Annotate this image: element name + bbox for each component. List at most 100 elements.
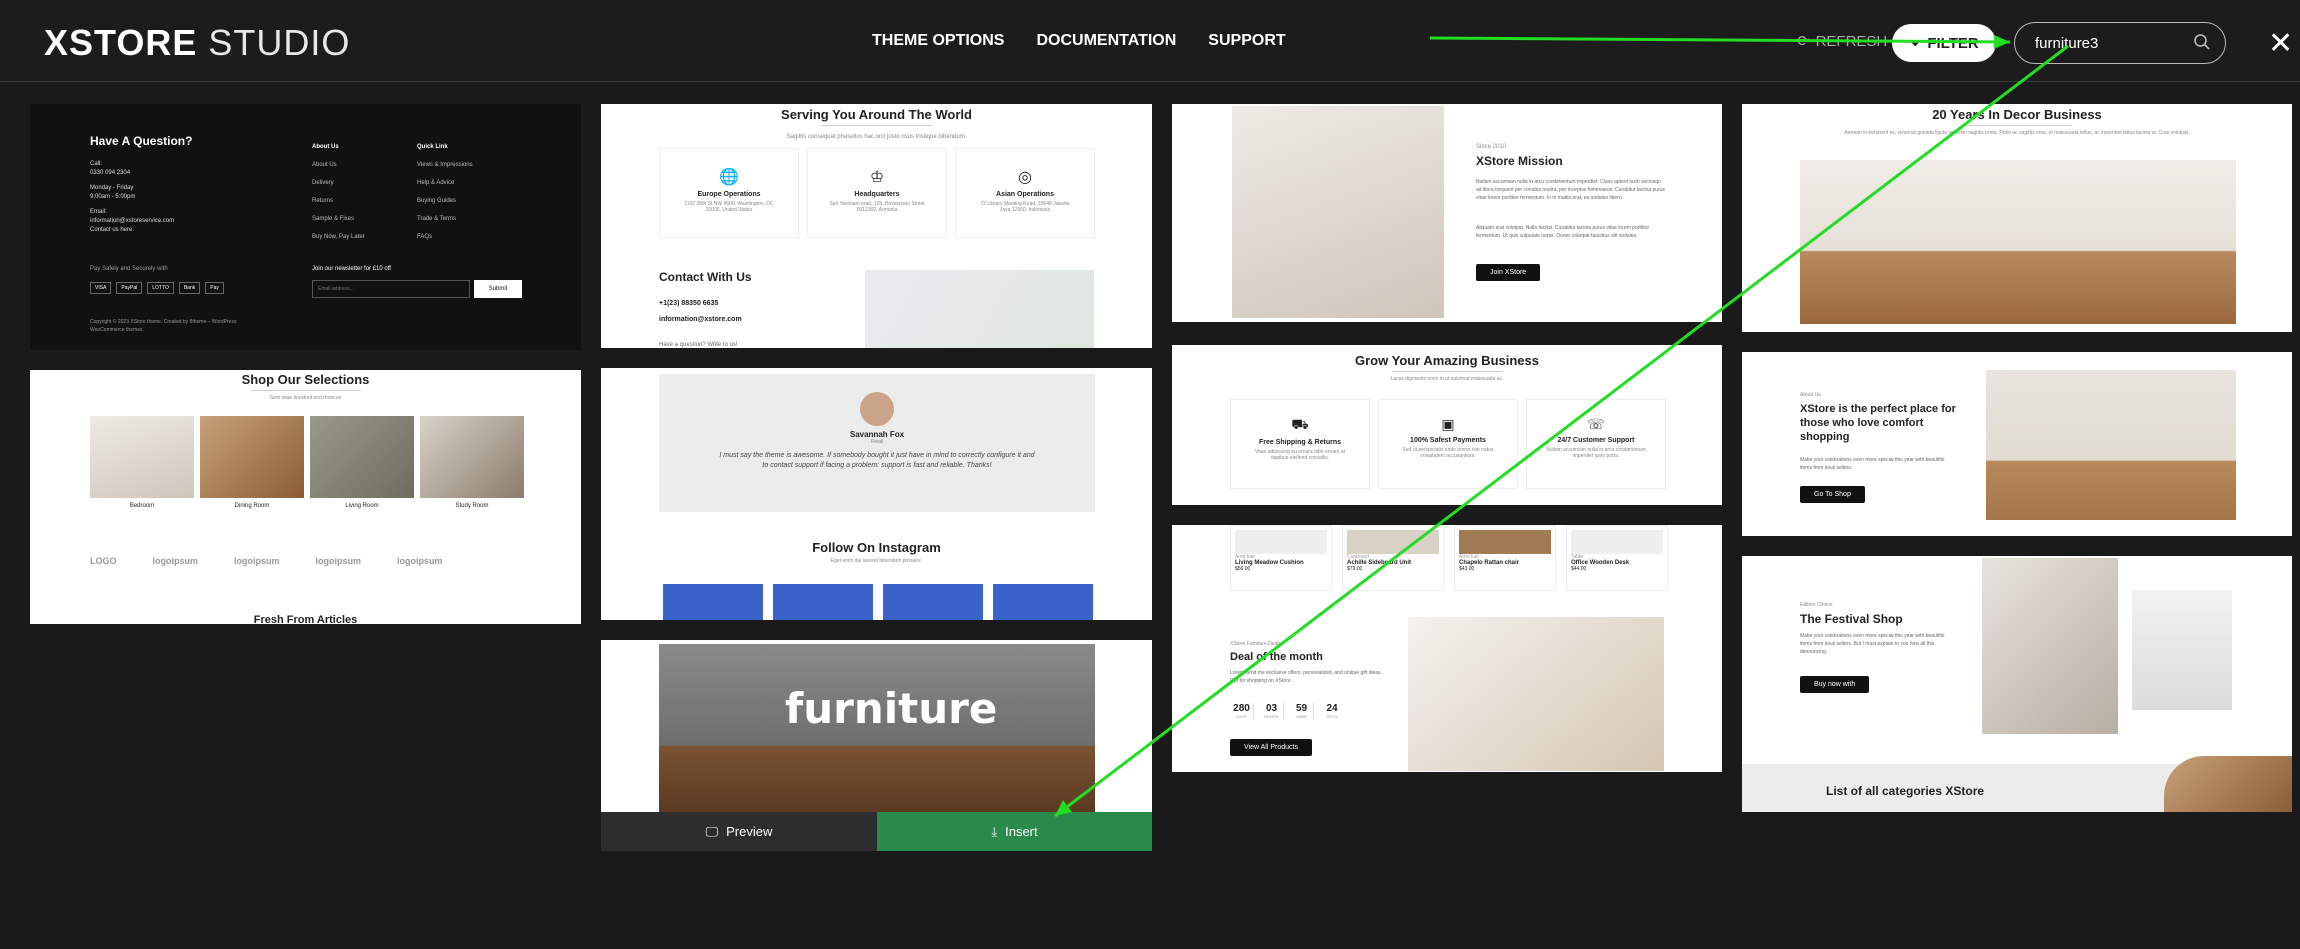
footer-link: Help & Advice [417,180,455,186]
deal-title: Deal of the month [1230,651,1323,663]
bank-icon: Bank [178,282,201,294]
divider [1962,125,2072,126]
sofa-image [1982,558,2118,734]
plant-image [2132,590,2232,710]
chair-image [1986,370,2236,520]
headset-icon: ☏ [1587,416,1605,432]
nav-documentation[interactable]: DOCUMENTATION [1036,32,1176,50]
footer-col1-title: About Us [312,144,339,150]
product-image [1235,530,1327,554]
crown-icon: ♔ [869,169,885,186]
mission-title: XStore Mission [1476,154,1563,168]
download-icon: ⤓ [991,823,998,839]
filter-button[interactable]: ⏷ FILTER [1892,24,1996,62]
instagram-image [993,584,1093,620]
insert-label: Insert [1005,824,1038,839]
insert-button[interactable]: ⤓ Insert [877,812,1152,851]
footer-email-label: Email: [90,209,107,215]
countdown-label: MINS [1296,714,1307,719]
office-address: Sari Yelekaim road, 125, Hovsepyan Stree… [829,201,925,213]
footer-email-field: Email address... [312,280,470,298]
feature-desc: Nullam accumsan nulla in arcu condimentu… [1546,447,1646,459]
template-card-festival[interactable]: Editors Choice The Festival Shop Make yo… [1742,556,2292,812]
footer-phone: 0330 094 2304 [90,170,131,176]
product-price: $44.00 [1571,566,1587,572]
divider [250,390,361,391]
footer-link: Views & Impressions [417,162,473,168]
category-label: Bedroom [129,503,155,509]
product-image [1459,530,1551,554]
footer-link: Trade & Terms [417,216,457,222]
wood-corner-image [2164,756,2292,812]
footer-link: Sample & Fixes [312,216,355,222]
divider [1392,371,1502,372]
product-price: $79.00 [1347,566,1363,572]
contact-question: Have a question? Write to us! [659,342,738,348]
close-icon[interactable]: ✕ [2268,26,2293,61]
footer-link: Buying Guides [417,198,457,204]
footer-contact-link: Contact us here. [90,227,135,233]
instagram-image [883,584,983,620]
template-card-about[interactable]: About Us XStore is the perfect place for… [1742,352,2292,536]
template-card-decor[interactable]: 20 Years In Decor Business Aenean in hen… [1742,104,2292,332]
globe-icon: 🌐 [719,169,739,186]
refresh-label: REFRESH [1815,32,1888,50]
decor-subtitle: Aenean in hendrerit ex, vivamus gravida … [1844,130,2190,136]
xstore-studio-logo[interactable]: XSTORE STUDIO [44,22,350,64]
footer-email: information@xstoreservice.com [90,218,175,224]
footer-newsletter: Join our newsletter for £10 off [312,266,391,272]
footer-call-label: Call: [90,161,103,167]
pay-icon: Pay [205,282,224,294]
testimonial-quote: I must say the theme is awesome. If some… [719,452,1035,469]
festival-footer-title: List of all categories XStore [1826,784,1985,798]
about-eyebrow: About Us [1800,392,1821,398]
dining-image [1408,617,1664,771]
divider [821,125,932,126]
about-title: XStore is the perfect place for those wh… [1800,403,1956,443]
office-address: 72 Library Meeting Road, 29648 Jakarta J… [980,201,1070,213]
nav-support[interactable]: SUPPORT [1208,32,1285,50]
search-icon[interactable] [2193,33,2211,55]
footer-hours: 9:00am - 5:00pm [90,194,136,200]
countdown-label: HOURS [1264,714,1279,719]
visa-icon: VISA [90,282,112,294]
category-label: Dining Room [234,503,270,509]
shop-title: Shop Our Selections [241,372,370,387]
instagram-title: Follow On Instagram [812,540,941,555]
shop-footer-title: Fresh From Articles [253,614,358,624]
office-name: Headquarters [854,191,900,198]
festival-eyebrow: Editors Choice [1800,602,1833,608]
search-input[interactable]: furniture3 [2014,22,2226,64]
search-value: furniture3 [2035,34,2099,52]
template-card-footer[interactable]: Have A Question? Call: 0330 094 2304 Mon… [30,104,581,350]
monitor-icon: 🖵 [705,823,719,839]
footer-hours-days: Monday - Friday [90,185,134,191]
countdown-value: 59 [1295,703,1308,714]
template-card-deal[interactable]: Armchair Living Meadow Cushion $56.00 Cu… [1172,525,1722,772]
preview-button[interactable]: 🖵 Preview [601,812,877,851]
target-icon: ◎ [1018,169,1032,186]
footer-submit: Submit [474,280,522,298]
template-card-grow[interactable]: Grow Your Amazing Business Lacus digniss… [1172,345,1722,505]
paypal-icon: PayPal [116,282,143,294]
truck-icon: ⛟ [1291,416,1309,432]
template-card-testimonial[interactable]: Savannah Fox Retail I must say the theme… [601,368,1152,620]
festival-title: The Festival Shop [1800,612,1903,626]
template-card-furniture[interactable]: furniture [601,640,1152,812]
card-action-bar: 🖵 Preview ⤓ Insert [601,812,1152,851]
category-image [310,416,414,498]
template-card-mission[interactable]: Since 2010 XStore Mission Nullam accumsa… [1172,104,1722,322]
refresh-icon: ⟳ [1797,33,1810,50]
instagram-image [773,584,873,620]
template-card-serving[interactable]: Serving You Around The World Sagittis co… [601,104,1152,348]
mission-since: Since 2010 [1476,144,1507,150]
nav-theme-options[interactable]: THEME OPTIONS [872,32,1004,50]
office-name: Europe Operations [697,191,761,198]
footer-link: About Us [312,162,337,168]
refresh-button[interactable]: ⟳ REFRESH [1797,32,1888,51]
footer-pay-label: Pay Safely and Securely with [90,266,168,272]
product-image [1571,530,1663,554]
template-card-shop[interactable]: Shop Our Selections Sem vitae tincidunt … [30,370,581,624]
office-address: 1102 35th St NW #600, Washington, DC 200… [684,201,774,213]
avatar [860,392,894,426]
